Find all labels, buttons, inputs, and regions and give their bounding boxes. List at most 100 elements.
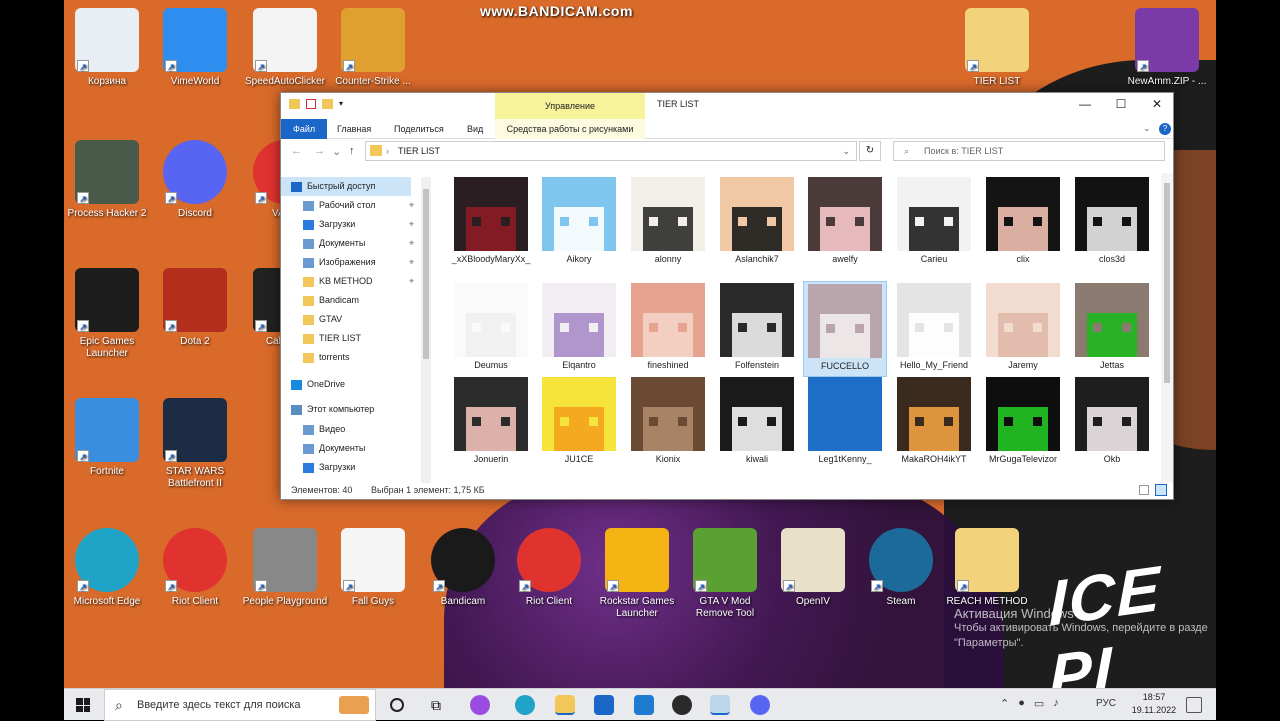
file-item[interactable]: fineshined: [626, 281, 710, 377]
desktop-icon[interactable]: ↗ STAR WARS Battlefront II: [152, 398, 238, 490]
address-dropdown-icon[interactable]: ⌄: [842, 142, 850, 160]
chevron-down-icon[interactable]: ▾: [339, 99, 343, 109]
recent-icon[interactable]: ⌄: [332, 145, 341, 158]
nav-item[interactable]: Этот компьютер: [291, 400, 374, 419]
desktop-icon[interactable]: ↗ SpeedAutoClicker: [242, 8, 328, 88]
desktop-icon[interactable]: ↗ Epic Games Launcher: [64, 268, 150, 360]
file-item[interactable]: clix: [981, 175, 1065, 271]
nav-item[interactable]: Изображения ⌖: [303, 253, 414, 272]
file-item[interactable]: Folfenstein: [715, 281, 799, 377]
nav-item[interactable]: torrents: [303, 348, 350, 367]
nav-item[interactable]: Bandicam: [303, 291, 359, 310]
desktop-icon[interactable]: ↗ Steam: [858, 528, 944, 608]
cortana-icon[interactable]: [390, 698, 404, 712]
microphone-icon[interactable]: ●: [1018, 697, 1025, 710]
desktop-icon[interactable]: ↗ Counter-Strike ...: [330, 8, 416, 88]
up-icon[interactable]: ↑: [349, 145, 355, 157]
photos-icon[interactable]: [710, 695, 730, 715]
content-scrollbar[interactable]: [1161, 173, 1173, 483]
file-item[interactable]: Hello_My_Friend: [892, 281, 976, 377]
desktop-icon[interactable]: ↗ Fall Guys: [330, 528, 416, 608]
notifications-icon[interactable]: [1186, 697, 1202, 713]
network-icon[interactable]: ▭: [1034, 697, 1044, 710]
file-item[interactable]: Leg1tKenny_: [803, 375, 887, 471]
file-item[interactable]: JU1CE: [537, 375, 621, 471]
desktop-icon[interactable]: ↗ People Playground: [242, 528, 328, 608]
search-input[interactable]: ⌕ Поиск в: TIER LIST: [893, 141, 1165, 161]
chevron-up-icon[interactable]: ⌃: [1000, 697, 1009, 710]
file-item[interactable]: kiwali: [715, 375, 799, 471]
volume-icon[interactable]: ♪: [1053, 697, 1059, 710]
nav-item[interactable]: TIER LIST: [303, 329, 361, 348]
file-item[interactable]: Okb: [1070, 375, 1154, 471]
properties-icon[interactable]: [306, 99, 316, 109]
ribbon-expand-icon[interactable]: ⌄: [1143, 123, 1151, 134]
nav-item[interactable]: GTAV: [303, 310, 342, 329]
address-field[interactable]: › TIER LIST ⌄: [365, 141, 857, 161]
file-item[interactable]: alonny: [626, 175, 710, 271]
desktop-icon[interactable]: ↗ Корзина: [64, 8, 150, 88]
csgo-icon[interactable]: [672, 695, 692, 715]
refresh-button[interactable]: ↻: [859, 141, 881, 161]
file-item[interactable]: Jaremy: [981, 281, 1065, 377]
tab-share[interactable]: Поделиться: [386, 119, 452, 139]
tab-picture-tools[interactable]: Средства работы с рисунками: [495, 119, 645, 139]
desktop-icon[interactable]: ↗ Microsoft Edge: [64, 528, 150, 608]
help-icon[interactable]: ?: [1159, 123, 1171, 135]
file-item[interactable]: Deumus: [449, 281, 533, 377]
file-item[interactable]: Aslanchik7: [715, 175, 799, 271]
file-item[interactable]: Elqantro: [537, 281, 621, 377]
desktop-icon[interactable]: ↗ Discord: [152, 140, 238, 220]
file-item[interactable]: Kionix: [626, 375, 710, 471]
file-item[interactable]: Jettas: [1070, 281, 1154, 377]
file-item[interactable]: Carieu: [892, 175, 976, 271]
tab-file[interactable]: Файл: [281, 119, 328, 139]
desktop-icon[interactable]: ↗ TIER LIST: [954, 8, 1040, 88]
navigation-scrollbar-thumb[interactable]: [423, 189, 429, 359]
discord-icon[interactable]: [750, 695, 770, 715]
nav-item[interactable]: Загрузки ⌖: [303, 215, 414, 234]
file-item[interactable]: _xXBloodyMaryXx_: [449, 175, 533, 271]
forward-icon[interactable]: →: [314, 145, 325, 157]
desktop-icon[interactable]: ↗ REACH METHOD: [944, 528, 1030, 608]
language-indicator[interactable]: РУС: [1096, 698, 1116, 709]
file-item[interactable]: clos3d: [1070, 175, 1154, 271]
file-item[interactable]: FUCCELLO: [803, 281, 887, 377]
desktop-icon[interactable]: ↗ Riot Client: [506, 528, 592, 608]
explorer-window[interactable]: ▾ Управление TIER LIST — ☐ ✕ Файл Главна…: [280, 92, 1174, 500]
content-scrollbar-thumb[interactable]: [1164, 183, 1170, 383]
desktop-icon[interactable]: ↗ Dota 2: [152, 268, 238, 348]
nav-item[interactable]: Загрузки: [303, 458, 355, 477]
taskbar-search-input[interactable]: ⌕ Введите здесь текст для поиска: [104, 689, 376, 721]
task-view-icon[interactable]: ⧉: [426, 695, 446, 715]
alice-icon[interactable]: [470, 695, 490, 715]
nav-item[interactable]: Документы ⌖: [303, 234, 414, 253]
desktop-icon[interactable]: ↗ VimeWorld: [152, 8, 238, 88]
desktop-icon[interactable]: ↗ GTA V Mod Remove Tool: [682, 528, 768, 620]
desktop-icon[interactable]: ↗ Riot Client: [152, 528, 238, 608]
nav-item[interactable]: OneDrive: [291, 375, 345, 394]
desktop-icon[interactable]: ↗ Fortnite: [64, 398, 150, 478]
nav-item[interactable]: Рабочий стол ⌖: [303, 196, 414, 215]
nav-item[interactable]: KB METHOD ⌖: [303, 272, 414, 291]
nav-item[interactable]: Документы: [303, 439, 365, 458]
file-item[interactable]: awelfy: [803, 175, 887, 271]
file-item[interactable]: Jonuerin: [449, 375, 533, 471]
new-folder-icon[interactable]: [322, 99, 333, 109]
large-icons-view-icon[interactable]: [1155, 484, 1167, 496]
file-explorer-icon[interactable]: [555, 695, 575, 715]
maximize-button[interactable]: ☐: [1103, 93, 1139, 115]
back-icon[interactable]: ←: [291, 145, 302, 157]
navigation-scrollbar[interactable]: [421, 177, 431, 483]
title-bar[interactable]: ▾ Управление TIER LIST — ☐ ✕: [281, 93, 1173, 119]
desktop-icon[interactable]: ↗ Bandicam: [420, 528, 506, 608]
edge-icon[interactable]: [515, 695, 535, 715]
clock[interactable]: 18:57 19.11.2022: [1130, 691, 1178, 717]
desktop-icon[interactable]: ↗ Rockstar Games Launcher: [594, 528, 680, 620]
tab-view[interactable]: Вид: [459, 119, 491, 139]
desktop-icon[interactable]: ↗ Process Hacker 2: [64, 140, 150, 220]
close-button[interactable]: ✕: [1139, 93, 1175, 115]
details-view-icon[interactable]: [1139, 485, 1149, 495]
mail-icon[interactable]: [634, 695, 654, 715]
file-item[interactable]: Aikory: [537, 175, 621, 271]
